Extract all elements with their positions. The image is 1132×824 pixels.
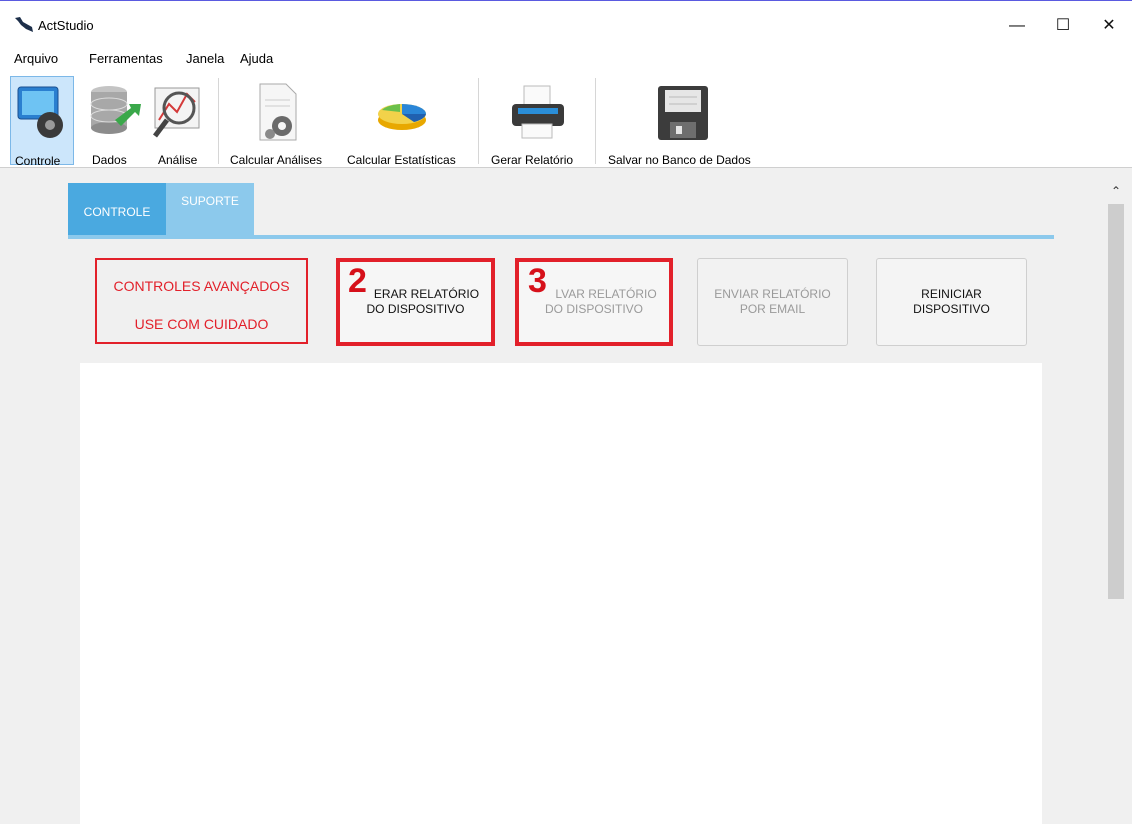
toolbar-separator [478,78,479,164]
tab-controle[interactable]: CONTROLE [68,183,166,235]
chart-magnifier-icon [153,87,200,138]
tab-suporte[interactable]: SUPORTE [166,183,254,235]
title-bar: ActStudio — ☐ ✕ [0,1,1132,46]
toolbar-calcular-analises-button[interactable]: Calcular Análises [226,76,336,167]
toolbar-calcular-estatisticas-label: Calcular Estatísticas [347,153,456,167]
scroll-thumb[interactable] [1108,204,1124,599]
toolbar-separator [218,78,219,164]
menu-ajuda[interactable]: Ajuda [240,51,273,66]
tab-underline [68,235,1054,239]
maximize-button[interactable]: ☐ [1040,10,1086,42]
database-icon [90,86,141,134]
toolbar-calcular-estatisticas-button[interactable]: Calcular Estatísticas [342,76,472,167]
floppy-disk-icon [658,86,708,140]
toolbar-salvar-banco-label: Salvar no Banco de Dados [608,153,751,167]
gerar-button-line-2: DO DISPOSITIVO [366,302,465,316]
enviar-button-line-2: POR EMAIL [739,302,806,316]
warning-line-2: USE COM CUIDADO [134,316,269,332]
toolbar-separator [595,78,596,164]
controle-icon [17,86,63,138]
enviar-button-line-1: ENVIAR RELATÓRIO [714,287,831,301]
menu-ferramentas[interactable]: Ferramentas [89,51,163,66]
minimize-button[interactable]: — [994,10,1040,42]
output-panel [80,363,1042,824]
toolbar-salvar-banco-button[interactable]: Salvar no Banco de Dados [600,76,770,167]
pie-chart-icon [378,104,426,130]
salvar-button-line-1: LVAR RELATÓRIO [555,287,657,301]
scroll-up-arrow-icon[interactable]: ⌃ [1107,182,1125,200]
menu-arquivo[interactable]: Arquivo [14,51,58,66]
step-marker-3: 3 [528,262,547,300]
reiniciar-button-line-2: DISPOSITIVO [913,302,990,316]
menu-bar: Arquivo Ferramentas Janela Ajuda [0,46,1132,70]
menu-janela[interactable]: Janela [186,51,224,66]
step-marker-2: 2 [348,262,367,300]
tab-strip: CONTROLE SUPORTE [68,183,1054,235]
reiniciar-dispositivo-button[interactable]: REINICIAR DISPOSITIVO [876,258,1027,346]
toolbar-calcular-analises-label: Calcular Análises [230,153,323,167]
toolbar-dados-label: Dados [92,153,127,167]
tab-controle-label: CONTROLE [83,205,151,219]
vertical-scrollbar[interactable]: ⌃ [1107,178,1125,824]
reiniciar-button-line-1: REINICIAR [921,287,982,301]
tab-suporte-label: SUPORTE [181,194,239,208]
toolbar-gerar-relatorio-label: Gerar Relatório [491,153,574,167]
toolbar-analise-label: Análise [158,153,198,167]
eagle-logo-icon [15,17,33,32]
toolbar-gerar-relatorio-button[interactable]: Gerar Relatório [486,76,588,167]
enviar-relatorio-email-button[interactable]: ENVIAR RELATÓRIO POR EMAIL [697,258,848,346]
window-title: ActStudio [38,18,94,33]
toolbar-dados-button[interactable]: Dados [83,76,145,167]
advanced-controls-warning: CONTROLES AVANÇADOS USE COM CUIDADO [95,258,308,344]
printer-icon [512,85,564,139]
document-gear-icon [259,83,297,141]
toolbar-controle-label: Controle [15,154,61,168]
gerar-button-line-1: ERAR RELATÓRIO [373,287,480,301]
toolbar: Controle Dados Análise Calcular Análises… [0,70,1132,168]
salvar-button-line-2: DO DISPOSITIVO [544,302,643,316]
close-button[interactable]: ✕ [1086,10,1132,42]
warning-line-1: CONTROLES AVANÇADOS [113,278,290,294]
toolbar-controle-button[interactable]: Controle [10,76,74,168]
toolbar-analise-button[interactable]: Análise [146,76,212,167]
